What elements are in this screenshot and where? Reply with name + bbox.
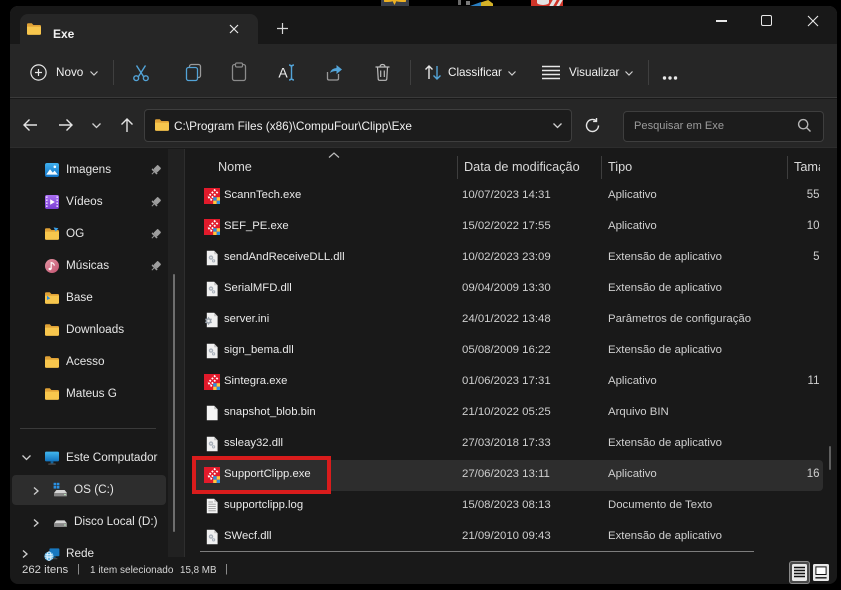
svg-text:A: A: [278, 65, 288, 81]
